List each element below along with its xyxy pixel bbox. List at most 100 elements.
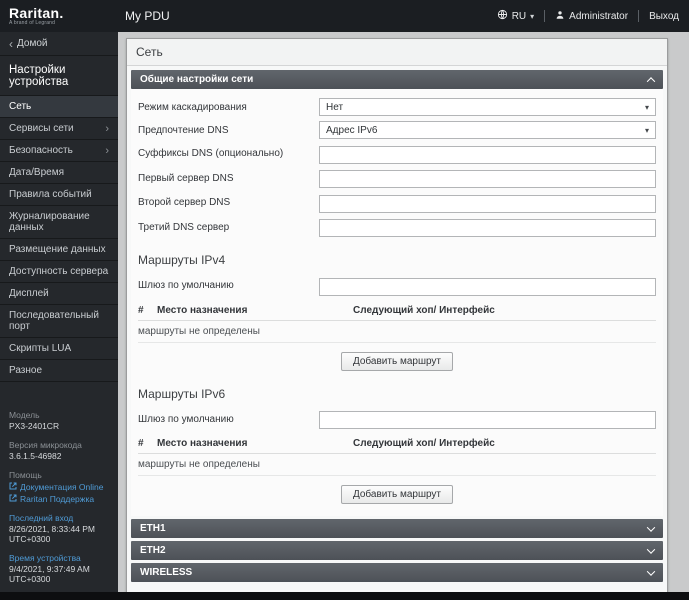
network-panel: Сеть Общие настройки сети Режим каскадир… xyxy=(126,38,668,600)
column-number: # xyxy=(138,304,144,316)
chevron-down-icon: ▾ xyxy=(530,11,535,21)
sidebar-item-security[interactable]: Безопасность › xyxy=(0,139,118,161)
chevron-left-icon: ‹ xyxy=(9,36,13,51)
dns-preference-select[interactable]: Адрес IPv6 ▾ xyxy=(319,121,656,139)
support-link[interactable]: Raritan Поддержка xyxy=(9,494,109,504)
chevron-down-icon xyxy=(646,522,656,532)
sidebar-item-label: Размещение данных xyxy=(9,244,106,255)
sidebar-item-server-reachability[interactable]: Доступность сервера xyxy=(0,260,118,282)
column-destination: Место назначения xyxy=(157,438,248,449)
logout-button[interactable]: Выход xyxy=(649,11,679,22)
page-title: My PDU xyxy=(125,9,170,23)
form-row: Предпочтение DNS Адрес IPv6 ▾ xyxy=(135,121,659,139)
ipv6-routes-title: Маршруты IPv6 xyxy=(138,386,226,401)
sidebar-item-miscellaneous[interactable]: Разное xyxy=(0,359,118,382)
section-title: ETH1 xyxy=(140,523,166,534)
device-time-label: Время устройства xyxy=(9,553,81,563)
section-header-eth1[interactable]: ETH1 xyxy=(131,519,663,538)
ipv4-routes-table: # Место назначения Следующий хоп/ Интерф… xyxy=(138,301,656,343)
dns-server-1-input[interactable] xyxy=(319,170,656,188)
online-docs-label: Документация Online xyxy=(20,482,104,492)
chevron-down-icon xyxy=(646,566,656,576)
user-icon xyxy=(555,10,565,23)
sidebar-item-data-push[interactable]: Размещение данных xyxy=(0,238,118,260)
sidebar-item-label: Последовательный порт xyxy=(9,310,99,332)
chevron-right-icon: › xyxy=(105,122,109,135)
field-label: Шлюз по умолчанию xyxy=(138,413,234,425)
firmware-label: Версия микрокода xyxy=(9,440,82,450)
empty-routes-message: маршруты не определены xyxy=(138,454,656,476)
sidebar-item-label: Доступность сервера xyxy=(9,266,109,277)
sidebar-item-label: Сеть xyxy=(9,101,32,112)
sidebar: ‹ Домой Настройки устройства Сеть Сервис… xyxy=(0,32,118,592)
help-label: Помощь xyxy=(9,470,42,480)
sidebar-menu: Сеть Сервисы сети › Безопасность › Дата/Вр… xyxy=(0,95,118,382)
sidebar-item-network[interactable]: Сеть xyxy=(0,95,118,117)
sidebar-item-network-services[interactable]: Сервисы сети › xyxy=(0,117,118,139)
dns-suffixes-input[interactable] xyxy=(319,145,656,164)
dns-server-3-input[interactable] xyxy=(319,219,656,237)
section-header-eth2[interactable]: ETH2 xyxy=(131,541,663,560)
section-header-common[interactable]: Общие настройки сети xyxy=(131,70,663,89)
field-label: Предпочтение DNS xyxy=(138,124,229,136)
column-number: # xyxy=(138,438,144,449)
form-row: Суффиксы DNS (опционально) xyxy=(135,144,659,164)
sidebar-item-label: Дисплей xyxy=(9,288,49,299)
sidebar-item-date-time[interactable]: Дата/Время xyxy=(0,161,118,183)
ipv6-gateway-input[interactable] xyxy=(319,411,656,429)
select-value: Адрес IPv6 xyxy=(326,124,378,136)
table-header: # Место назначения Следующий хоп/ Интерф… xyxy=(138,434,656,454)
sidebar-item-label: Скрипты LUA xyxy=(9,343,72,354)
chevron-down-icon xyxy=(646,544,656,554)
sidebar-item-data-logging[interactable]: Журналирование данных xyxy=(0,205,118,238)
sidebar-item-label: Разное xyxy=(9,365,43,376)
logout-label: Выход xyxy=(649,10,679,22)
section-title: ETH2 xyxy=(140,545,166,556)
logo-text: Raritan. xyxy=(9,4,64,21)
sidebar-item-label: Безопасность xyxy=(9,145,73,156)
model-value: PX3-2401CR xyxy=(9,421,60,431)
sidebar-home-link[interactable]: ‹ Домой xyxy=(0,32,118,56)
top-bar: Raritan. A brand of Legrand My PDU RU ▾ … xyxy=(0,0,689,32)
add-ipv4-route-button[interactable]: Добавить маршрут xyxy=(340,351,454,371)
sidebar-item-label: Дата/Время xyxy=(9,167,65,178)
device-time-value: 9/4/2021, 9:37:49 AM UTC+0300 xyxy=(9,564,90,584)
divider xyxy=(544,10,546,22)
app-window: Raritan. A brand of Legrand My PDU RU ▾ … xyxy=(0,0,689,600)
model-label: Модель xyxy=(9,410,40,420)
form-row: Шлюз по умолчанию xyxy=(135,276,659,296)
raritan-logo: Raritan. A brand of Legrand xyxy=(0,4,118,26)
bottom-strip xyxy=(0,592,689,600)
language-label: RU xyxy=(511,10,527,22)
panel-body: Общие настройки сети Режим каскадировани… xyxy=(127,66,667,586)
field-label: Третий DNS сервер xyxy=(138,221,230,233)
user-menu[interactable]: Administrator xyxy=(555,10,628,23)
ipv6-routes-table: # Место назначения Следующий хоп/ Интерф… xyxy=(138,434,656,476)
section-header-wireless[interactable]: WIRELESS xyxy=(131,563,663,582)
sidebar-item-front-panel[interactable]: Дисплей xyxy=(0,282,118,304)
sidebar-item-lua-scripts[interactable]: Скрипты LUA xyxy=(0,337,118,359)
language-selector[interactable]: RU ▾ xyxy=(497,9,534,23)
form-row: Третий DNS сервер xyxy=(135,218,659,237)
sidebar-section-title: Настройки устройства xyxy=(9,64,69,88)
select-value: Нет xyxy=(326,101,344,113)
form-row: Второй сервер DNS xyxy=(135,193,659,213)
field-label: Второй сервер DNS xyxy=(138,197,231,209)
sidebar-item-event-rules[interactable]: Правила событий xyxy=(0,183,118,205)
form-row: Первый сервер DNS xyxy=(135,169,659,188)
online-docs-link[interactable]: Документация Online xyxy=(9,482,109,492)
sidebar-item-serial-port[interactable]: Последовательный порт xyxy=(0,304,118,337)
form-row: Шлюз по умолчанию xyxy=(135,410,659,429)
sidebar-item-label: Сервисы сети xyxy=(9,123,74,134)
field-label: Шлюз по умолчанию xyxy=(138,280,234,292)
ipv4-routes-title: Маршруты IPv4 xyxy=(138,253,226,267)
column-next-hop: Следующий хоп/ Интерфейс xyxy=(353,304,495,316)
add-ipv6-route-button[interactable]: Добавить маршрут xyxy=(340,485,454,504)
logo-subtext: A brand of Legrand xyxy=(9,19,56,26)
cascading-mode-select[interactable]: Нет ▾ xyxy=(319,98,656,116)
form-row: Режим каскадирования Нет ▾ xyxy=(135,98,659,116)
dns-server-2-input[interactable] xyxy=(319,194,656,213)
ipv4-gateway-input[interactable] xyxy=(319,277,656,296)
chevron-down-icon: ▾ xyxy=(644,125,649,135)
username-label: Administrator xyxy=(569,10,629,22)
